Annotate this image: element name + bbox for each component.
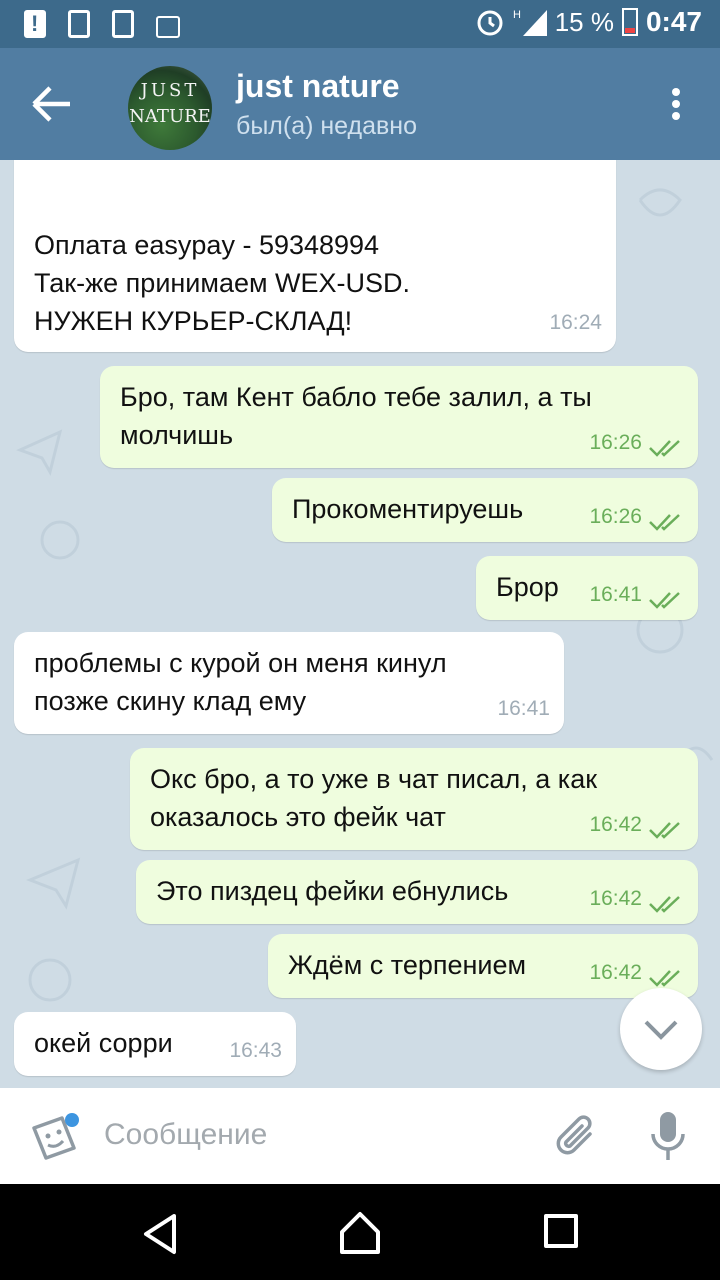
system-status: H 15 % 0:47 [475, 6, 702, 38]
chat-title[interactable]: just nature [236, 68, 400, 105]
message-bubble-out[interactable]: Прокоментируешь 16:26 [272, 478, 698, 542]
sticker-icon[interactable] [28, 1112, 80, 1164]
message-text: Окс бро, а то уже в чат писал, а как ока… [150, 764, 598, 832]
status-bar: H 15 % 0:47 [0, 0, 720, 48]
chevron-down-icon [644, 1020, 678, 1040]
message-text: Оплата easypay - 59348994 Так-же принима… [34, 230, 411, 336]
chat-header: JUST NATURE just nature был(а) недавно [0, 48, 720, 160]
image-notification-icon [156, 16, 180, 38]
svg-text:H: H [513, 9, 521, 21]
signal-icon: H [513, 9, 547, 36]
double-check-icon [649, 896, 680, 913]
message-text: Брор [496, 572, 559, 602]
message-text: Ждём с терпением [288, 950, 527, 980]
message-time: 16:43 [229, 1039, 282, 1062]
microphone-icon[interactable] [648, 1110, 688, 1162]
qr-notification-icon [112, 10, 134, 38]
message-bubble-out[interactable]: Это пиздец фейки ебнулись 16:42 [136, 860, 698, 924]
message-time: 16:26 [589, 431, 642, 454]
message-input[interactable]: Сообщение [104, 1118, 267, 1152]
app-notification-icon [68, 10, 90, 38]
back-arrow-icon[interactable] [30, 84, 74, 124]
double-check-icon [649, 822, 680, 839]
alarm-icon [477, 10, 503, 36]
message-text: Бро, там Кент бабло тебе залил, а ты мол… [120, 382, 592, 450]
message-bubble-out[interactable]: Бро, там Кент бабло тебе залил, а ты мол… [100, 366, 698, 468]
double-check-icon [649, 970, 680, 987]
nav-back-icon[interactable] [138, 1212, 182, 1256]
message-bubble-in[interactable]: проблемы с курой он меня кинул позже ски… [14, 632, 564, 734]
notification-icons [24, 10, 180, 38]
message-time: 16:42 [589, 813, 642, 836]
battery-icon [621, 8, 638, 36]
message-time: 16:26 [589, 505, 642, 528]
battery-percent: 15 % [554, 6, 614, 37]
chat-history[interactable]: Оплата easypay - 59348994 Так-же принима… [0, 160, 720, 1088]
message-text: Прокоментируешь [292, 494, 524, 524]
message-text: проблемы с курой он меня кинул позже ски… [34, 648, 447, 716]
message-text: Это пиздец фейки ебнулись [156, 876, 509, 906]
message-time: 16:42 [589, 961, 642, 984]
message-time: 16:41 [589, 583, 642, 606]
double-check-icon [649, 440, 680, 457]
message-time: 16:24 [549, 311, 602, 334]
chat-status: был(а) недавно [236, 112, 418, 140]
double-check-icon [649, 514, 680, 531]
message-text: окей сорри [34, 1028, 173, 1058]
message-input-bar: Сообщение [0, 1088, 720, 1184]
message-bubble-out[interactable]: Брор 16:41 [476, 556, 698, 620]
avatar[interactable]: JUST NATURE [128, 66, 212, 150]
double-check-icon [649, 592, 680, 609]
paperclip-icon[interactable] [552, 1112, 600, 1160]
message-bubble-out[interactable]: Окс бро, а то уже в чат писал, а как ока… [130, 748, 698, 850]
system-navigation-bar [0, 1184, 720, 1280]
more-vert-icon[interactable] [672, 88, 680, 124]
scroll-down-button[interactable] [620, 988, 702, 1070]
message-bubble-in[interactable]: Оплата easypay - 59348994 Так-же принима… [14, 160, 616, 352]
alert-notification-icon [24, 10, 46, 38]
message-time: 16:41 [497, 697, 550, 720]
clock: 0:47 [645, 6, 702, 37]
message-time: 16:42 [589, 887, 642, 910]
nav-recent-apps-icon[interactable] [544, 1214, 578, 1248]
nav-home-icon[interactable] [336, 1208, 384, 1256]
message-bubble-in[interactable]: окей сорри 16:43 [14, 1012, 296, 1076]
